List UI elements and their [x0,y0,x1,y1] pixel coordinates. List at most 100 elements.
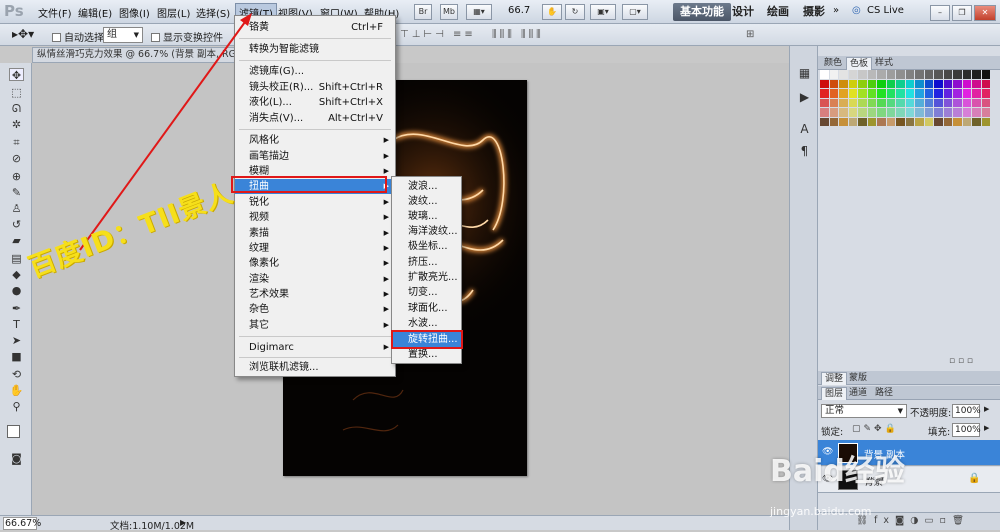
zoom-level[interactable]: 66.7 [508,5,530,16]
swatch[interactable] [981,117,990,126]
swatch[interactable] [877,79,886,88]
swatch[interactable] [934,89,943,98]
swatch[interactable] [858,108,867,117]
eyedropper-tool-icon[interactable]: ⊘ [9,152,24,165]
submenu-item-zigzag[interactable]: 水波... [392,316,461,331]
move-tool-preset-icon[interactable]: ▸✥▾ [12,27,34,41]
swatch[interactable] [896,70,905,79]
menu-item-sharpen[interactable]: 锐化 ▶ [235,195,395,210]
swatch[interactable] [829,117,838,126]
swatch[interactable] [934,117,943,126]
submenu-item-pinch[interactable]: 挤压... [392,255,461,270]
swatch[interactable] [877,117,886,126]
submenu-item-glass[interactable]: 玻璃... [392,209,461,224]
swatch[interactable] [848,108,857,117]
menu-item-stylize[interactable]: 风格化 ▶ [235,133,395,148]
swatch[interactable] [972,98,981,107]
menu-edit[interactable]: 编辑(E) [78,5,112,20]
swatch[interactable] [886,108,895,117]
menu-item-video[interactable]: 视频 ▶ [235,210,395,225]
cs-live-label[interactable]: CS Live [867,5,904,16]
type-tool-icon[interactable]: T [9,318,24,331]
dodge-tool-icon[interactable]: ● [9,284,24,297]
swatch[interactable] [962,117,971,126]
document-tab[interactable]: 纵情丝滑巧克力效果 @ 66.7% (背景 副本, RGB/8 [32,47,237,63]
swatch[interactable] [886,117,895,126]
swatch[interactable] [886,98,895,107]
menu-image[interactable]: 图像(I) [119,5,150,20]
clone-stamp-tool-icon[interactable]: ♙ [9,202,24,215]
swatch[interactable] [820,70,829,79]
swatch[interactable] [981,98,990,107]
swatch[interactable] [867,117,876,126]
swatch[interactable] [934,79,943,88]
zoom-tool-icon[interactable]: ⚲ [9,400,24,413]
menu-item-brush-strokes[interactable]: 画笔描边 ▶ [235,149,395,164]
menu-item-pixelate[interactable]: 像素化 ▶ [235,256,395,271]
swatch[interactable] [820,108,829,117]
swatch[interactable] [934,70,943,79]
swatch[interactable] [848,70,857,79]
distribute-icons[interactable]: ⫼⫼⫼ ⫼⫼⫼ [492,29,544,40]
opacity-input[interactable]: 100% [952,404,981,418]
swatch[interactable] [972,79,981,88]
swatch-new-icon[interactable]: ▫ ▫ ▫ [949,356,973,366]
tab-paths[interactable]: 路径 [872,387,896,400]
lock-icons[interactable]: ▢✎✥🔒 [852,424,899,434]
menu-item-lens-correction[interactable]: 镜头校正(R)... Shift+Ctrl+R [235,80,395,95]
swatch[interactable] [924,98,933,107]
swatch[interactable] [829,70,838,79]
3d-rotate-tool-icon[interactable]: ⟲ [9,368,24,381]
menu-item-last-filter[interactable]: 铬黄 Ctrl+F [235,20,395,35]
swatch[interactable] [858,98,867,107]
menu-item-render[interactable]: 渲染 ▶ [235,272,395,287]
workspace-more-icon[interactable]: » [833,5,839,16]
swatch[interactable] [839,108,848,117]
tab-masks[interactable]: 蒙版 [846,372,870,385]
auto-align-icon[interactable]: ⊞ [746,29,754,40]
lasso-tool-icon[interactable]: ᘏ [9,102,24,115]
submenu-item-ocean-ripple[interactable]: 海洋波纹... [392,224,461,239]
swatch[interactable] [962,108,971,117]
swatch[interactable] [886,79,895,88]
menu-item-liquify[interactable]: 液化(L)... Shift+Ctrl+X [235,95,395,110]
swatch[interactable] [915,98,924,107]
swatch[interactable] [972,70,981,79]
workspace-photography[interactable]: 摄影 [796,3,832,21]
swatch[interactable] [905,89,914,98]
tab-styles[interactable]: 样式 [872,57,896,70]
swatch[interactable] [886,89,895,98]
eraser-tool-icon[interactable]: ▰ [9,234,24,247]
swatch[interactable] [877,108,886,117]
swatch[interactable] [915,108,924,117]
swatch[interactable] [905,108,914,117]
swatch[interactable] [905,117,914,126]
swatch[interactable] [858,89,867,98]
healing-brush-tool-icon[interactable]: ⊕ [9,170,24,183]
swatch[interactable] [848,79,857,88]
menu-item-browse-online[interactable]: 浏览联机滤镜... [235,360,395,375]
swatch[interactable] [972,89,981,98]
swatch[interactable] [896,89,905,98]
swatch[interactable] [867,108,876,117]
auto-select-checkbox[interactable]: 自动选择: [52,29,107,44]
swatch[interactable] [829,98,838,107]
path-selection-tool-icon[interactable]: ➤ [9,334,24,347]
hand-tool-icon[interactable]: ✋ [9,384,24,397]
swatch[interactable] [962,70,971,79]
swatch[interactable] [858,117,867,126]
swatch[interactable] [905,98,914,107]
marquee-tool-icon[interactable]: ⬚ [9,86,24,99]
tab-swatches[interactable]: 色板 [846,57,873,70]
mini-bridge-button[interactable]: Mb [440,4,458,20]
swatch[interactable] [934,98,943,107]
swatch[interactable] [943,89,952,98]
swatch[interactable] [972,117,981,126]
menu-item-digimarc[interactable]: Digimarc ▶ [235,340,395,355]
swatch[interactable] [839,98,848,107]
fill-input[interactable]: 100% [952,423,981,437]
swatch[interactable] [848,89,857,98]
menu-file[interactable]: 文件(F) [38,5,72,20]
swatch[interactable] [839,79,848,88]
submenu-item-displace[interactable]: 置换... [392,347,461,362]
